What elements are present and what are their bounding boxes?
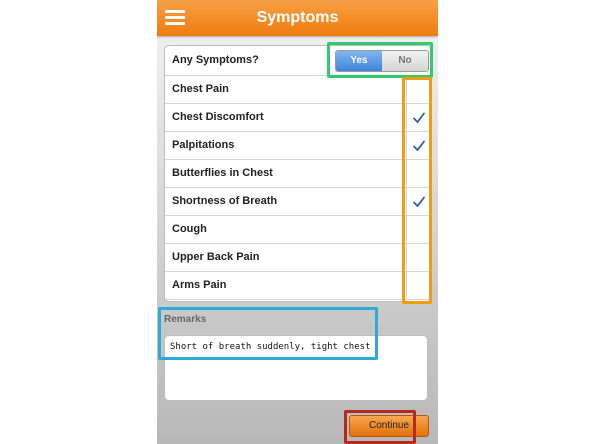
symptom-checkbox[interactable]: [406, 76, 431, 103]
symptom-row[interactable]: Palpitations: [165, 132, 431, 160]
any-symptoms-label: Any Symptoms?: [172, 54, 259, 66]
app-header: Symptoms: [157, 0, 438, 36]
symptom-checkbox[interactable]: [406, 104, 431, 131]
remarks-label: Remarks: [164, 314, 207, 325]
symptom-checkbox[interactable]: [406, 272, 431, 299]
symptom-label: Butterflies in Chest: [172, 167, 273, 179]
any-symptoms-row: Any Symptoms? Yes No: [165, 46, 431, 76]
yes-option[interactable]: Yes: [336, 51, 382, 71]
any-symptoms-toggle[interactable]: Yes No: [335, 50, 429, 72]
checkmark-icon: [413, 140, 425, 151]
symptom-row[interactable]: Chest Pain: [165, 76, 431, 104]
symptom-checkbox[interactable]: [406, 132, 431, 159]
page-title: Symptoms: [256, 9, 339, 26]
continue-button[interactable]: Continue: [349, 415, 429, 437]
symptom-label: Chest Discomfort: [172, 111, 264, 123]
symptom-row[interactable]: Arms Pain: [165, 272, 431, 300]
symptom-label: Chest Pain: [172, 83, 229, 95]
symptom-row[interactable]: Shortness of Breath: [165, 188, 431, 216]
symptom-row[interactable]: Cough: [165, 216, 431, 244]
checkmark-icon: [413, 112, 425, 123]
symptom-checkbox[interactable]: [406, 244, 431, 271]
checkmark-icon: [413, 196, 425, 207]
symptom-label: Shortness of Breath: [172, 195, 278, 207]
remarks-textarea[interactable]: Short of breath suddenly, tight chest: [164, 335, 428, 401]
symptom-label: Upper Back Pain: [172, 251, 260, 263]
symptom-label: Palpitations: [172, 139, 235, 151]
symptom-label: Cough: [172, 223, 207, 235]
symptom-checkbox[interactable]: [406, 188, 431, 215]
app-screen: Symptoms Any Symptoms? Yes No Chest Pain…: [157, 0, 438, 444]
symptoms-list: Any Symptoms? Yes No Chest Pain Chest Dis…: [164, 45, 432, 302]
symptom-row[interactable]: Upper Back Pain: [165, 244, 431, 272]
symptom-row[interactable]: Butterflies in Chest: [165, 160, 431, 188]
symptom-checkbox[interactable]: [406, 216, 431, 243]
symptom-label: Arms Pain: [172, 279, 227, 291]
symptom-checkbox[interactable]: [406, 160, 431, 187]
symptom-row[interactable]: Chest Discomfort: [165, 104, 431, 132]
no-option[interactable]: No: [382, 51, 428, 71]
